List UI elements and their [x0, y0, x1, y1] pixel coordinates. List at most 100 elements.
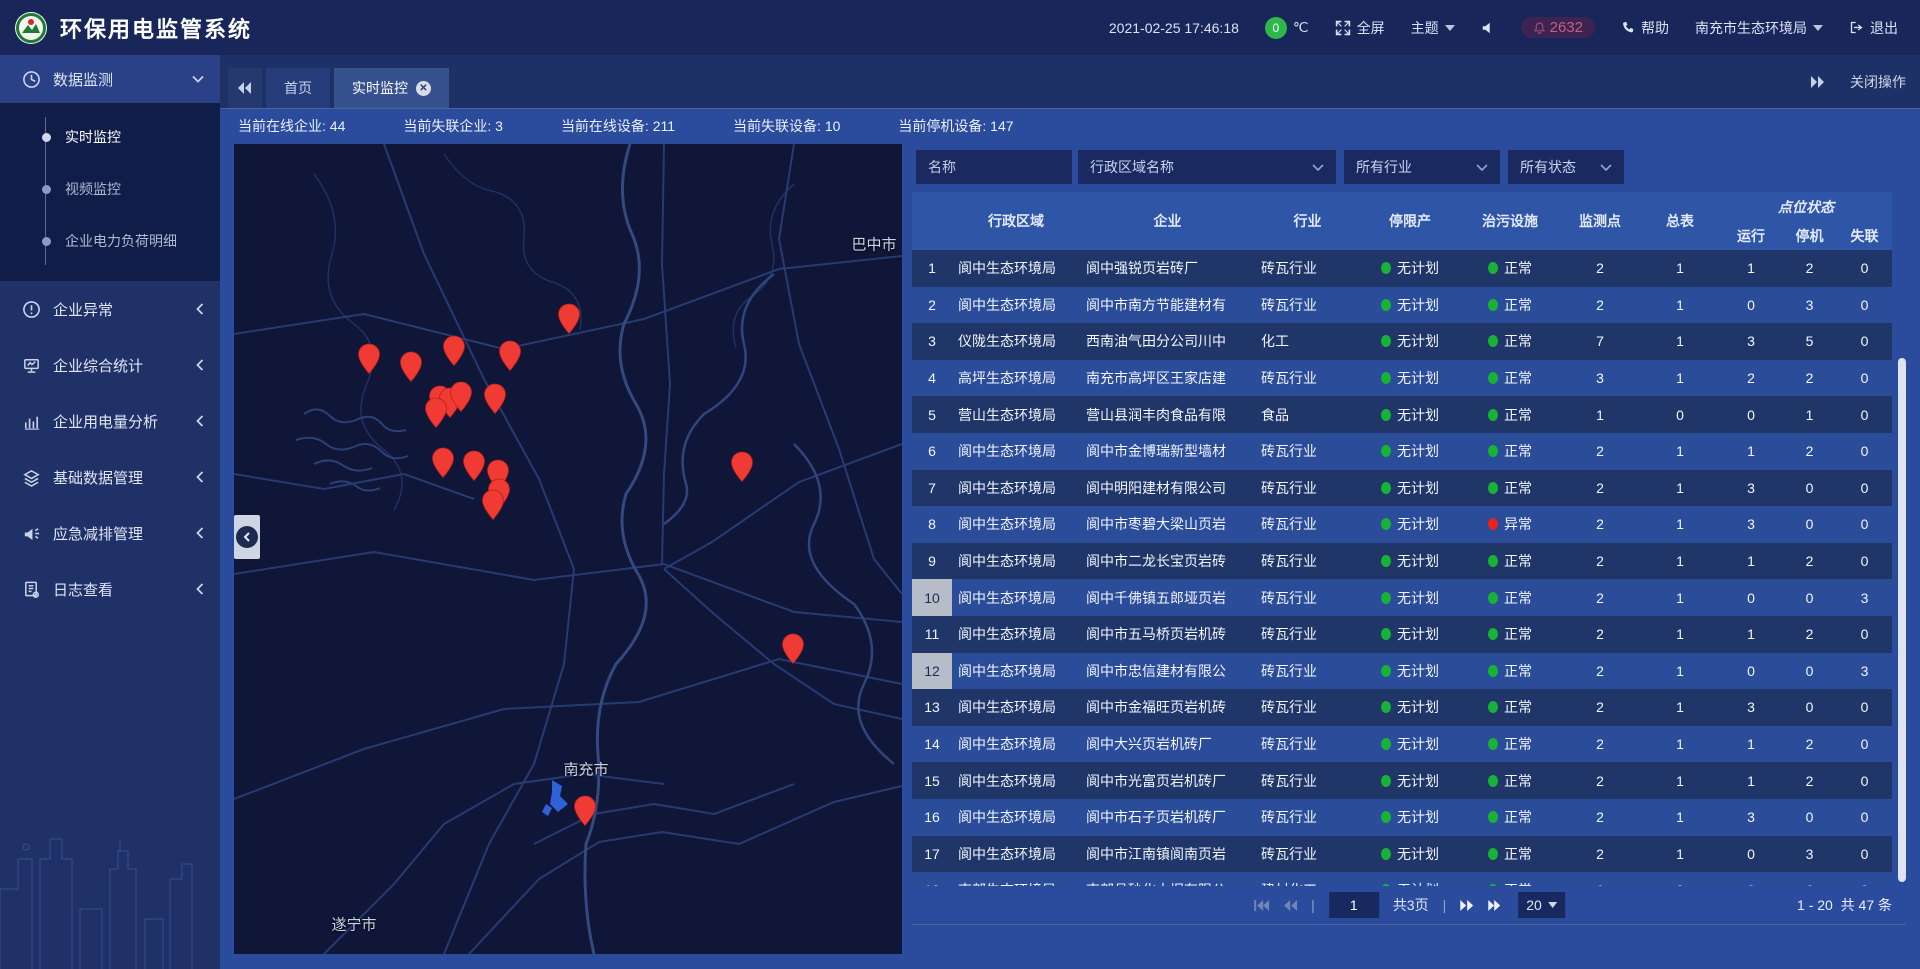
tab-首页[interactable]: 首页 [266, 68, 330, 108]
map-marker-pin[interactable] [431, 447, 455, 479]
cell-facility-status: 正常 [1460, 433, 1560, 470]
table-header: 行政区域企业行业停限产治污设施监测点总表点位状态运行停机失联 [912, 192, 1892, 250]
notification-count: 2632 [1550, 19, 1583, 36]
pager-last-button[interactable] [1488, 899, 1504, 912]
tabs-scroll-right-button[interactable] [1810, 76, 1824, 88]
sidebar-item-label: 企业异常 [53, 299, 184, 320]
fullscreen-icon [1335, 20, 1351, 36]
map-marker-pin[interactable] [449, 381, 473, 413]
table-row[interactable]: 1阆中生态环境局阆中强锐页岩砖厂砖瓦行业无计划正常21120 [912, 250, 1892, 287]
map-marker-pin[interactable] [498, 340, 522, 372]
status-dot-icon [1488, 848, 1498, 860]
status-dot-icon [1488, 592, 1498, 604]
map-marker-pin[interactable] [462, 450, 486, 482]
cell-facility-status: 正常 [1460, 287, 1560, 324]
map-marker-pin[interactable] [442, 335, 466, 367]
map-marker-pin[interactable] [730, 451, 754, 483]
table-scrollbar[interactable] [1898, 358, 1906, 882]
map-marker-pin[interactable] [399, 351, 423, 383]
table-row[interactable]: 7阆中生态环境局阆中明阳建材有限公司砖瓦行业无计划正常21300 [912, 470, 1892, 507]
table-row[interactable]: 2阆中生态环境局阆中市南方节能建材有砖瓦行业无计划正常21030 [912, 287, 1892, 324]
cell-limit-status: 无计划 [1360, 287, 1460, 324]
sound-mute-button[interactable] [1481, 21, 1495, 35]
page-size-select[interactable]: 20 [1518, 892, 1565, 918]
table-row[interactable]: 13阆中生态环境局阆中市金福旺页岩机砖砖瓦行业无计划正常21300 [912, 689, 1892, 726]
sidebar-subitem-label: 实时监控 [65, 127, 121, 147]
pager-first-button[interactable] [1253, 899, 1269, 912]
table-row[interactable]: 16阆中生态环境局阆中市石子页岩机砖厂砖瓦行业无计划正常21300 [912, 799, 1892, 836]
help-button[interactable]: 帮助 [1621, 18, 1669, 38]
map-marker-pin[interactable] [781, 633, 805, 665]
cell-industry: 砖瓦行业 [1255, 360, 1360, 397]
table-row[interactable]: 15阆中生态环境局阆中市光富页岩机砖厂砖瓦行业无计划正常21120 [912, 762, 1892, 799]
tab-实时监控[interactable]: 实时监控✕ [334, 68, 449, 108]
cell-limit-status: 无计划 [1360, 616, 1460, 653]
org-dropdown[interactable]: 南充市生态环境局 [1695, 18, 1823, 38]
close-operations-button[interactable]: 关闭操作 [1850, 72, 1906, 92]
table-row[interactable]: 8阆中生态环境局阆中市枣碧大梁山页岩砖瓦行业无计划异常21300 [912, 506, 1892, 543]
status-dot-icon [1381, 335, 1391, 347]
table-row[interactable]: 18南部生态环境局南部县砂化土坭有限公建材化工无计划正常62060 [912, 872, 1892, 886]
sidebar-item-label: 应急减排管理 [53, 523, 184, 544]
name-search-input[interactable] [916, 150, 1072, 184]
sidebar-item-label: 企业用电量分析 [53, 411, 184, 432]
sidebar-item-enterprise-stats[interactable]: 企业综合统计 [0, 337, 220, 393]
cell-facility-status: 正常 [1460, 872, 1560, 886]
sidebar-subitem[interactable]: 实时监控 [0, 111, 220, 163]
region-select[interactable]: 行政区域名称 [1078, 150, 1336, 184]
table-row[interactable]: 17阆中生态环境局阆中市江南镇阆南页岩砖瓦行业无计划正常21030 [912, 836, 1892, 873]
table-row[interactable]: 9阆中生态环境局阆中市二龙长宝页岩砖砖瓦行业无计划正常21120 [912, 543, 1892, 580]
cell-region: 阆中生态环境局 [952, 287, 1080, 324]
map-marker-pin[interactable] [557, 303, 581, 335]
status-select[interactable]: 所有状态 [1508, 150, 1624, 184]
cell-industry: 建材化工 [1255, 872, 1360, 886]
map-canvas[interactable]: 巴中市南充市遂宁市 [234, 144, 902, 954]
panel-collapse-handle[interactable] [234, 515, 260, 559]
map-marker-pin[interactable] [483, 383, 507, 415]
page-number-input[interactable] [1329, 892, 1379, 918]
map-background [234, 144, 902, 954]
map-marker-pin[interactable] [357, 343, 381, 375]
cell-run-count: 0 [1720, 396, 1782, 433]
status-dot-icon [1381, 445, 1391, 457]
sidebar-item-log-view[interactable]: 日志查看 [0, 561, 220, 617]
sidebar-item-label: 数据监测 [53, 69, 180, 90]
logout-button[interactable]: 退出 [1849, 18, 1898, 38]
notification-badge[interactable]: 2632 [1521, 17, 1595, 38]
cell-limit-status: 无计划 [1360, 250, 1460, 287]
theme-dropdown[interactable]: 主题 [1411, 18, 1455, 38]
industry-select[interactable]: 所有行业 [1344, 150, 1500, 184]
table-row[interactable]: 3仪陇生态环境局西南油气田分公司川中化工无计划正常71350 [912, 323, 1892, 360]
fullscreen-button[interactable]: 全屏 [1335, 18, 1385, 38]
pager-next-button[interactable] [1460, 899, 1474, 912]
table-row[interactable]: 11阆中生态环境局阆中市五马桥页岩机砖砖瓦行业无计划正常21120 [912, 616, 1892, 653]
sidebar-subitem[interactable]: 企业电力负荷明细 [0, 215, 220, 267]
tabs-scroll-left-button[interactable] [228, 68, 262, 108]
table-row[interactable]: 10阆中生态环境局阆中千佛镇五郎垭页岩砖瓦行业无计划正常21003 [912, 579, 1892, 616]
map-marker-pin[interactable] [573, 795, 597, 827]
status-dot-icon [1488, 811, 1498, 823]
cell-run-count: 1 [1720, 762, 1782, 799]
sidebar-item-emergency-reduction[interactable]: 应急减排管理 [0, 505, 220, 561]
map-marker-pin[interactable] [424, 397, 448, 429]
sidebar-item-power-analysis[interactable]: 企业用电量分析 [0, 393, 220, 449]
sidebar-item-data-monitor[interactable]: 数据监测 [0, 55, 220, 103]
monitor-icon [22, 70, 41, 89]
sub-column-header: 运行 [1720, 221, 1782, 250]
table-row[interactable]: 12阆中生态环境局阆中市忠信建材有限公砖瓦行业无计划正常21003 [912, 653, 1892, 690]
sidebar-item-base-data[interactable]: 基础数据管理 [0, 449, 220, 505]
map-marker-pin[interactable] [481, 489, 505, 521]
cell-total-meters: 1 [1640, 360, 1720, 397]
tab-close-icon[interactable]: ✕ [416, 81, 431, 96]
sidebar-subitem[interactable]: 视频监控 [0, 163, 220, 215]
cell-stop-count: 1 [1782, 396, 1837, 433]
table-row[interactable]: 4高坪生态环境局南充市高坪区王家店建砖瓦行业无计划正常31220 [912, 360, 1892, 397]
sidebar-item-enterprise-abnormal[interactable]: 企业异常 [0, 281, 220, 337]
table-row[interactable]: 6阆中生态环境局阆中市金博瑞新型墙材砖瓦行业无计划正常21120 [912, 433, 1892, 470]
table-row[interactable]: 14阆中生态环境局阆中大兴页岩机砖厂砖瓦行业无计划正常21120 [912, 726, 1892, 763]
cell-run-count: 1 [1720, 433, 1782, 470]
table-row[interactable]: 5营山生态环境局营山县润丰肉食品有限食品无计划正常10010 [912, 396, 1892, 433]
pager-prev-button[interactable] [1283, 899, 1297, 912]
monitor-panel: 行政区域名称 所有行业 所有状态 行政区域企业行业停限产治污设施监测点总表点位状… [912, 144, 1906, 954]
status-dot-icon [1488, 775, 1498, 787]
